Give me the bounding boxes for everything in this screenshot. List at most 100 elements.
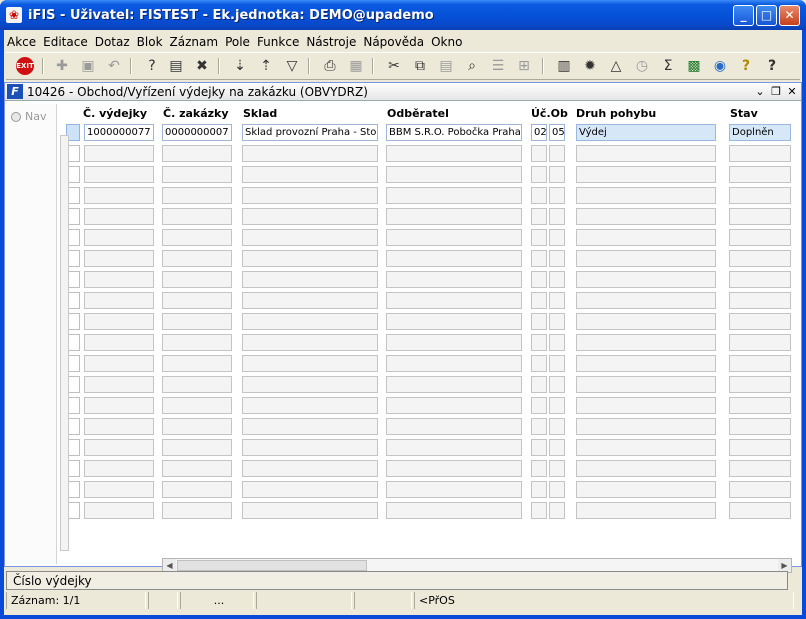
cell-druh[interactable] [576,376,716,393]
filter-icon[interactable]: ▽ [282,56,302,76]
cell-zakazka[interactable]: 0000000007 [162,124,232,141]
cell-odberatel[interactable] [386,439,522,456]
close-button[interactable]: ✕ [779,5,800,26]
cell-druh[interactable] [576,502,716,519]
cell-odberatel[interactable] [386,292,522,309]
cell-stav[interactable] [729,145,791,162]
cell-vydejka[interactable] [84,502,154,519]
cell-vydejka[interactable] [84,145,154,162]
cell-zakazka[interactable] [162,229,232,246]
cell-stav[interactable] [729,208,791,225]
sort-descending-icon[interactable]: ⇡ [256,56,276,76]
cell-sklad[interactable] [242,313,378,330]
cell-sklad[interactable] [242,376,378,393]
menu-okno[interactable]: Okno [428,33,465,51]
cell-ob[interactable] [549,397,565,414]
cell-uc[interactable] [531,313,547,330]
cell-stav[interactable] [729,418,791,435]
cell-zakazka[interactable] [162,145,232,162]
cell-odberatel[interactable] [386,355,522,372]
cell-uc[interactable] [531,334,547,351]
cell-druh[interactable] [576,271,716,288]
cell-sklad[interactable] [242,166,378,183]
title-bar[interactable]: ❀ iFIS - Uživatel: FISTEST - Ek.jednotka… [0,0,806,30]
tree-icon[interactable]: ⊞ [514,56,534,76]
menu-editace[interactable]: Editace [40,33,91,51]
sum-icon[interactable]: Σ [658,56,678,76]
cell-vydejka[interactable] [84,313,154,330]
form-minimize-icon[interactable]: ⌄ [753,84,767,99]
cell-stav[interactable] [729,334,791,351]
menu-akce[interactable]: Akce [4,33,39,51]
cell-uc[interactable] [531,187,547,204]
web-icon[interactable]: ◉ [710,56,730,76]
cell-vydejka[interactable] [84,166,154,183]
cell-uc[interactable] [531,376,547,393]
cell-uc[interactable] [531,439,547,456]
cell-odberatel[interactable] [386,397,522,414]
cell-odberatel[interactable] [386,145,522,162]
cell-ob[interactable] [549,439,565,456]
cell-zakazka[interactable] [162,481,232,498]
cell-vydejka[interactable] [84,355,154,372]
cell-sklad[interactable] [242,460,378,477]
cell-druh[interactable] [576,208,716,225]
cell-ob[interactable] [549,376,565,393]
cell-sklad[interactable] [242,418,378,435]
cell-odberatel[interactable] [386,418,522,435]
cell-vydejka[interactable] [84,376,154,393]
cell-stav[interactable] [729,502,791,519]
query-execute-icon[interactable]: ▤ [166,56,186,76]
cell-ob[interactable] [549,313,565,330]
cell-ob[interactable] [549,418,565,435]
clock-icon[interactable]: ◷ [632,56,652,76]
minimize-button[interactable]: _ [733,5,754,26]
cell-druh[interactable]: Výdej [576,124,716,141]
cell-sklad[interactable] [242,292,378,309]
cell-ob[interactable] [549,229,565,246]
cell-uc[interactable] [531,397,547,414]
cell-ob[interactable] [549,460,565,477]
cell-zakazka[interactable] [162,250,232,267]
cell-uc[interactable] [531,481,547,498]
calculator-icon[interactable]: ▥ [554,56,574,76]
cell-sklad[interactable] [242,439,378,456]
cell-uc[interactable] [531,502,547,519]
cell-vydejka[interactable] [84,397,154,414]
undo-icon[interactable]: ↶ [104,56,124,76]
cell-druh[interactable] [576,145,716,162]
menu-zaznam[interactable]: Záznam [167,33,222,51]
cell-druh[interactable] [576,439,716,456]
cell-zakazka[interactable] [162,187,232,204]
cell-sklad[interactable]: Sklad provozní Praha - Sto [242,124,378,141]
cell-sklad[interactable] [242,502,378,519]
cell-stav[interactable] [729,376,791,393]
cell-ob[interactable] [549,145,565,162]
cell-zakazka[interactable] [162,502,232,519]
cell-odberatel[interactable] [386,334,522,351]
cell-odberatel[interactable] [386,376,522,393]
cell-druh[interactable] [576,166,716,183]
print-preview-icon[interactable]: ▦ [346,56,366,76]
cell-vydejka[interactable] [84,418,154,435]
cell-uc[interactable] [531,418,547,435]
cell-vydejka[interactable] [84,271,154,288]
cell-uc[interactable] [531,271,547,288]
cell-odberatel[interactable] [386,460,522,477]
cell-druh[interactable] [576,313,716,330]
menu-napoveda[interactable]: Nápověda [360,33,427,51]
cell-odberatel[interactable] [386,271,522,288]
cell-stav[interactable] [729,271,791,288]
cell-stav[interactable] [729,313,791,330]
cell-druh[interactable] [576,460,716,477]
paste-icon[interactable]: ▤ [436,56,456,76]
cell-vydejka[interactable] [84,439,154,456]
sort-ascending-icon[interactable]: ⇣ [230,56,250,76]
cell-zakazka[interactable] [162,460,232,477]
cell-sklad[interactable] [242,208,378,225]
cell-druh[interactable] [576,355,716,372]
save-icon[interactable]: ▣ [78,56,98,76]
query-enter-icon[interactable]: ? [142,56,162,76]
cell-ob[interactable] [549,355,565,372]
help-question-icon[interactable]: ? [736,56,756,76]
